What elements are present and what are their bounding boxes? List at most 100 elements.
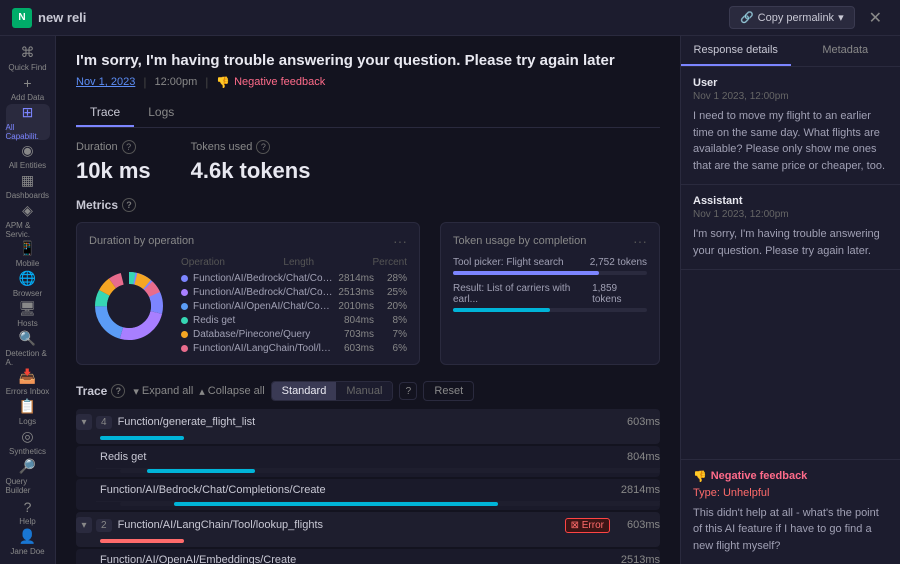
page-time: 12:00pm bbox=[154, 76, 197, 88]
link-icon: 🔗 bbox=[740, 11, 754, 24]
legend-item-4: Database/Pinecone/Query 703ms 7% bbox=[181, 329, 407, 340]
token-items: Tool picker: Flight search 2,752 tokens … bbox=[453, 257, 647, 312]
legend: Operation Length Percent Function/AI/Bed… bbox=[181, 257, 407, 354]
close-button[interactable]: ✕ bbox=[863, 6, 888, 30]
metrics-section: Metrics ? Duration by operation ··· bbox=[76, 198, 660, 564]
legend-dot-3 bbox=[181, 317, 188, 324]
trace-rows: ▾ 4 Function/generate_flight_list 603ms bbox=[76, 409, 660, 564]
tab-logs[interactable]: Logs bbox=[134, 99, 188, 127]
app-logo: N new reli bbox=[12, 8, 86, 28]
tab-response-details[interactable]: Response details bbox=[681, 36, 791, 66]
sidebar-item-logs[interactable]: 📋 Logs bbox=[6, 398, 50, 426]
standard-mode-button[interactable]: Standard bbox=[272, 382, 337, 400]
sidebar-item-all-entities[interactable]: ◉ All Entities bbox=[6, 142, 50, 170]
sidebar-item-user[interactable]: 👤 Jane Doe bbox=[6, 528, 50, 556]
assistant-time: Nov 1 2023, 12:00pm bbox=[693, 209, 888, 220]
trace-row-2: Function/AI/Bedrock/Chat/Completions/Cre… bbox=[76, 479, 660, 510]
duration-stat: Duration ? 10k ms bbox=[76, 140, 151, 184]
metrics-title: Metrics ? bbox=[76, 198, 660, 212]
query-icon: 🔎 bbox=[19, 458, 36, 475]
tokens-value: 4.6k tokens bbox=[191, 158, 311, 184]
token-bar-fill-1 bbox=[453, 308, 550, 312]
error-badge: ⊠ Error bbox=[565, 518, 610, 533]
feedback-type-value: Unhelpful bbox=[723, 487, 769, 499]
token-bar-bg-0 bbox=[453, 271, 647, 275]
sidebar-item-hosts[interactable]: 🖥 Hosts bbox=[6, 300, 50, 328]
sidebar-item-all-capabilities[interactable]: ⊞ All Capabilit. bbox=[6, 104, 50, 140]
reset-button[interactable]: Reset bbox=[423, 381, 474, 401]
legend-dot-4 bbox=[181, 331, 188, 338]
expand-row-3[interactable]: ▾ bbox=[76, 517, 92, 533]
trace-mode-buttons: Standard Manual bbox=[271, 381, 394, 401]
tab-metadata[interactable]: Metadata bbox=[791, 36, 900, 66]
assistant-message: Assistant Nov 1 2023, 12:00pm I'm sorry,… bbox=[681, 185, 900, 270]
assistant-text: I'm sorry, I'm having trouble answering … bbox=[693, 226, 888, 259]
duration-card-menu[interactable]: ··· bbox=[393, 233, 407, 249]
search-icon: ⌘ bbox=[21, 44, 35, 61]
sidebar-item-help[interactable]: ? Help bbox=[6, 498, 50, 526]
plus-icon: + bbox=[23, 75, 31, 91]
copy-permalink-button[interactable]: 🔗 Copy permalink ▾ bbox=[729, 6, 855, 29]
token-card-header: Token usage by completion ··· bbox=[453, 233, 647, 249]
sidebar-item-quick-find[interactable]: ⌘ Quick Find bbox=[6, 44, 50, 72]
sidebar-item-dashboards[interactable]: ▦ Dashboards bbox=[6, 172, 50, 200]
user-icon: 👤 bbox=[19, 528, 36, 545]
user-text: I need to move my flight to an earlier t… bbox=[693, 108, 888, 174]
sidebar-item-mobile[interactable]: 📱 Mobile bbox=[6, 240, 50, 268]
legend-item-1: Function/AI/Bedrock/Chat/Completions/Cre… bbox=[181, 287, 407, 298]
trace-row-1: Redis get 804ms bbox=[76, 446, 660, 477]
metrics-info-icon[interactable]: ? bbox=[122, 198, 136, 212]
feedback-title: 👎 Negative feedback bbox=[693, 470, 888, 483]
tokens-info-icon[interactable]: ? bbox=[256, 140, 270, 154]
apm-icon: ◈ bbox=[22, 202, 33, 219]
manual-mode-button[interactable]: Manual bbox=[336, 382, 392, 400]
token-bar-fill-0 bbox=[453, 271, 599, 275]
duration-card-title: Duration by operation bbox=[89, 235, 194, 247]
expand-row-0[interactable]: ▾ bbox=[76, 414, 92, 430]
legend-dot-0 bbox=[181, 275, 188, 282]
token-card: Token usage by completion ··· Tool picke… bbox=[440, 222, 660, 365]
thumbs-down-icon: 👎 bbox=[693, 470, 707, 483]
legend-item-5: Function/AI/LangChain/Tool/lookup_flight… bbox=[181, 343, 407, 354]
legend-item-0: Function/AI/Bedrock/Chat/Completions/Cre… bbox=[181, 273, 407, 284]
main-area: I'm sorry, I'm having trouble answering … bbox=[56, 36, 900, 564]
sidebar: ⌘ Quick Find + Add Data ⊞ All Capabilit.… bbox=[0, 36, 56, 564]
chevron-up-icon: ▴ bbox=[199, 385, 205, 398]
thumbs-down-icon: 👎 bbox=[216, 76, 230, 89]
chevron-down-icon: ▾ bbox=[838, 11, 844, 24]
sidebar-item-query-builder[interactable]: 🔎 Query Builder bbox=[6, 458, 50, 494]
sidebar-item-apm[interactable]: ◈ APM & Servic. bbox=[6, 202, 50, 238]
trace-row-0: ▾ 4 Function/generate_flight_list 603ms bbox=[76, 409, 660, 444]
tab-trace[interactable]: Trace bbox=[76, 99, 134, 127]
hosts-icon: 🖥 bbox=[19, 300, 37, 317]
trace-section: Trace ? ▾ Expand all ▴ Collapse all bbox=[76, 381, 660, 564]
sidebar-item-detection[interactable]: 🔍 Detection & A. bbox=[6, 330, 50, 366]
trace-info-icon[interactable]: ? bbox=[111, 384, 125, 398]
user-time: Nov 1 2023, 12:00pm bbox=[693, 91, 888, 102]
legend-header: Operation Length Percent bbox=[181, 257, 407, 268]
page-date[interactable]: Nov 1, 2023 bbox=[76, 76, 135, 88]
negative-feedback-badge[interactable]: 👎 Negative feedback bbox=[216, 76, 325, 89]
trace-row-4: Function/AI/OpenAI/Embeddings/Create 251… bbox=[76, 549, 660, 564]
chart-area: Operation Length Percent Function/AI/Bed… bbox=[89, 257, 407, 354]
sidebar-item-add-data[interactable]: + Add Data bbox=[6, 74, 50, 102]
duration-info-icon[interactable]: ? bbox=[122, 140, 136, 154]
topbar: N new reli 🔗 Copy permalink ▾ ✕ bbox=[0, 0, 900, 36]
user-message: User Nov 1 2023, 12:00pm I need to move … bbox=[681, 67, 900, 185]
sidebar-item-synthetics[interactable]: ◎ Synthetics bbox=[6, 428, 50, 456]
expand-all-button[interactable]: ▾ Expand all bbox=[133, 385, 193, 398]
sidebar-item-errors-inbox[interactable]: 📥 Errors Inbox bbox=[6, 368, 50, 396]
sidebar-item-browser[interactable]: 🌐 Browser bbox=[6, 270, 50, 298]
collapse-all-button[interactable]: ▴ Collapse all bbox=[199, 385, 264, 398]
legend-dot-5 bbox=[181, 345, 188, 352]
trace-help-button[interactable]: ? bbox=[399, 382, 417, 400]
legend-item-3: Redis get 804ms 8% bbox=[181, 315, 407, 326]
metrics-grid: Duration by operation ··· bbox=[76, 222, 660, 365]
detection-icon: 🔍 bbox=[19, 330, 36, 347]
legend-dot-2 bbox=[181, 303, 188, 310]
duration-card-header: Duration by operation ··· bbox=[89, 233, 407, 249]
page-tabs: Trace Logs bbox=[76, 99, 660, 128]
token-card-menu[interactable]: ··· bbox=[633, 233, 647, 249]
user-role: User bbox=[693, 77, 888, 89]
feedback-text: This didn't help at all - what's the poi… bbox=[693, 505, 888, 555]
